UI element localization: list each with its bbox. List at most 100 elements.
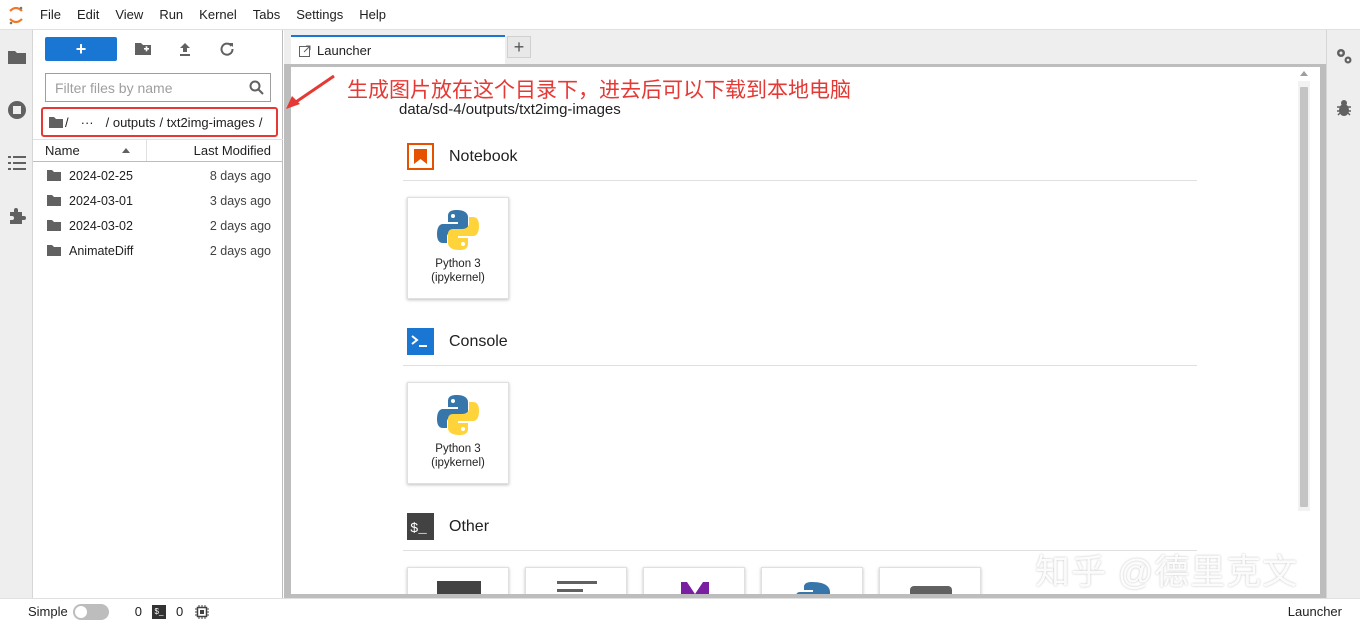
scrollbar-thumb[interactable] <box>1300 87 1308 507</box>
file-row[interactable]: 2024-02-25 8 days ago <box>33 163 283 188</box>
file-name: 2024-02-25 <box>69 168 133 183</box>
folder-icon <box>47 220 61 231</box>
file-row[interactable]: AnimateDiff 2 days ago <box>33 238 283 263</box>
console-section-title: Console <box>449 332 508 350</box>
new-folder-button[interactable] <box>127 37 159 61</box>
menu-help[interactable]: Help <box>351 0 394 30</box>
python-file-icon <box>796 582 830 594</box>
file-browser-tab[interactable] <box>0 30 33 83</box>
markdown-file-card[interactable] <box>643 567 745 594</box>
home-folder-icon[interactable] <box>49 116 63 128</box>
tab-bar: Launcher + <box>284 30 1326 64</box>
text-file-card[interactable] <box>525 567 627 594</box>
filter-files-field[interactable] <box>45 73 271 102</box>
name-column-label: Name <box>45 143 80 158</box>
scroll-up-arrow-icon[interactable] <box>1300 71 1308 76</box>
cpu-chip-icon[interactable] <box>195 604 210 619</box>
python-file-card[interactable] <box>761 567 863 594</box>
file-modified: 8 days ago <box>209 168 271 183</box>
terminal-icon: $_ <box>151 604 166 619</box>
zhihu-watermark: 知乎 @德里克文 <box>1035 553 1299 592</box>
simple-mode-toggle[interactable] <box>72 603 109 620</box>
python-logo-icon <box>437 210 479 250</box>
new-launcher-button[interactable]: + <box>45 37 117 61</box>
refresh-button[interactable] <box>211 37 243 61</box>
name-column-header[interactable]: Name <box>33 140 147 161</box>
launcher-scrollbar[interactable] <box>1298 71 1310 511</box>
terminals-count[interactable]: 0 <box>166 604 183 619</box>
simple-mode-label: Simple <box>28 604 68 619</box>
toc-icon <box>7 155 26 170</box>
console-divider <box>403 365 1197 366</box>
folder-icon <box>47 245 61 256</box>
search-icon <box>249 80 264 95</box>
toggle-knob <box>74 605 87 618</box>
file-row[interactable]: 2024-03-01 3 days ago <box>33 188 283 213</box>
table-of-contents-tab[interactable] <box>0 136 33 189</box>
file-modified: 2 days ago <box>209 218 271 233</box>
help-icon <box>910 586 952 594</box>
menu-view[interactable]: View <box>107 0 151 30</box>
tab-launcher[interactable]: Launcher <box>291 35 505 64</box>
file-name: AnimateDiff <box>69 243 134 258</box>
menu-kernel[interactable]: Kernel <box>191 0 245 30</box>
right-sidebar <box>1326 30 1360 598</box>
other-section-header: $_ Other <box>407 513 489 540</box>
breadcrumb-txt2img-images[interactable]: / txt2img-images <box>158 115 257 130</box>
contextual-help-card[interactable] <box>879 567 981 594</box>
console-section-header: Console <box>407 328 508 355</box>
svg-text:$_: $_ <box>410 521 427 537</box>
menu-tabs[interactable]: Tabs <box>245 0 288 30</box>
file-browser-panel: + / ··· / outputs / txt2img-images / Nam… <box>33 30 283 598</box>
breadcrumb-ellipsis[interactable]: ··· <box>71 115 104 130</box>
menu-edit[interactable]: Edit <box>69 0 107 30</box>
upload-icon <box>180 43 190 56</box>
menu-run[interactable]: Run <box>151 0 191 30</box>
other-icon: $_ <box>407 513 434 540</box>
python3-console-label: Python 3 (ipykernel) <box>431 442 485 470</box>
debugger-tab[interactable] <box>1327 82 1360 134</box>
kernel-name: Python 3 <box>435 258 481 270</box>
kernel-name: Python 3 <box>435 443 481 455</box>
folder-icon <box>7 50 26 64</box>
launcher-icon <box>299 45 311 57</box>
launcher-panel: data/sd-4/outputs/txt2img-images Noteboo… <box>291 67 1320 594</box>
folder-icon <box>47 195 61 206</box>
menu-bar: File Edit View Run Kernel Tabs Settings … <box>0 0 1360 30</box>
annotation-arrow-icon <box>286 74 335 109</box>
menu-settings[interactable]: Settings <box>288 0 351 30</box>
python-logo-icon <box>437 395 479 435</box>
sort-ascending-icon <box>122 148 130 153</box>
status-bar: Simple 0 $_ 0 Launcher <box>0 598 1360 624</box>
folder-icon <box>47 170 61 181</box>
menu-file[interactable]: File <box>32 0 69 30</box>
markdown-icon <box>681 582 709 594</box>
file-modified: 2 days ago <box>209 243 271 258</box>
running-icon <box>7 100 26 119</box>
other-section-title: Other <box>449 517 490 535</box>
kernels-count[interactable]: 0 <box>109 604 142 619</box>
new-tab-button[interactable]: + <box>507 36 531 58</box>
python3-notebook-card[interactable]: Python 3 (ipykernel) <box>407 197 509 299</box>
jupyter-logo-icon <box>0 0 32 30</box>
kernel-spec: (ipykernel) <box>431 272 485 284</box>
python3-console-card[interactable]: Python 3 (ipykernel) <box>407 382 509 484</box>
running-sessions-tab[interactable] <box>0 83 33 136</box>
tab-launcher-label: Launcher <box>317 43 372 58</box>
left-activity-bar <box>0 30 33 598</box>
property-inspector-tab[interactable] <box>1327 30 1360 82</box>
notebook-section-title: Notebook <box>449 147 518 165</box>
breadcrumb: / ··· / outputs / txt2img-images / <box>41 107 278 137</box>
file-row[interactable]: 2024-03-02 2 days ago <box>33 213 283 238</box>
notebook-icon <box>407 143 434 170</box>
upload-button[interactable] <box>169 37 201 61</box>
refresh-icon <box>220 42 234 56</box>
python3-notebook-label: Python 3 (ipykernel) <box>431 257 485 285</box>
terminal-card[interactable] <box>407 567 509 594</box>
kernel-spec: (ipykernel) <box>431 457 485 469</box>
last-modified-column-header[interactable]: Last Modified <box>147 140 283 161</box>
extension-manager-tab[interactable] <box>0 189 33 242</box>
breadcrumb-outputs[interactable]: / outputs <box>104 115 158 130</box>
status-current-activity: Launcher <box>1287 604 1342 619</box>
filter-files-input[interactable] <box>55 79 245 96</box>
